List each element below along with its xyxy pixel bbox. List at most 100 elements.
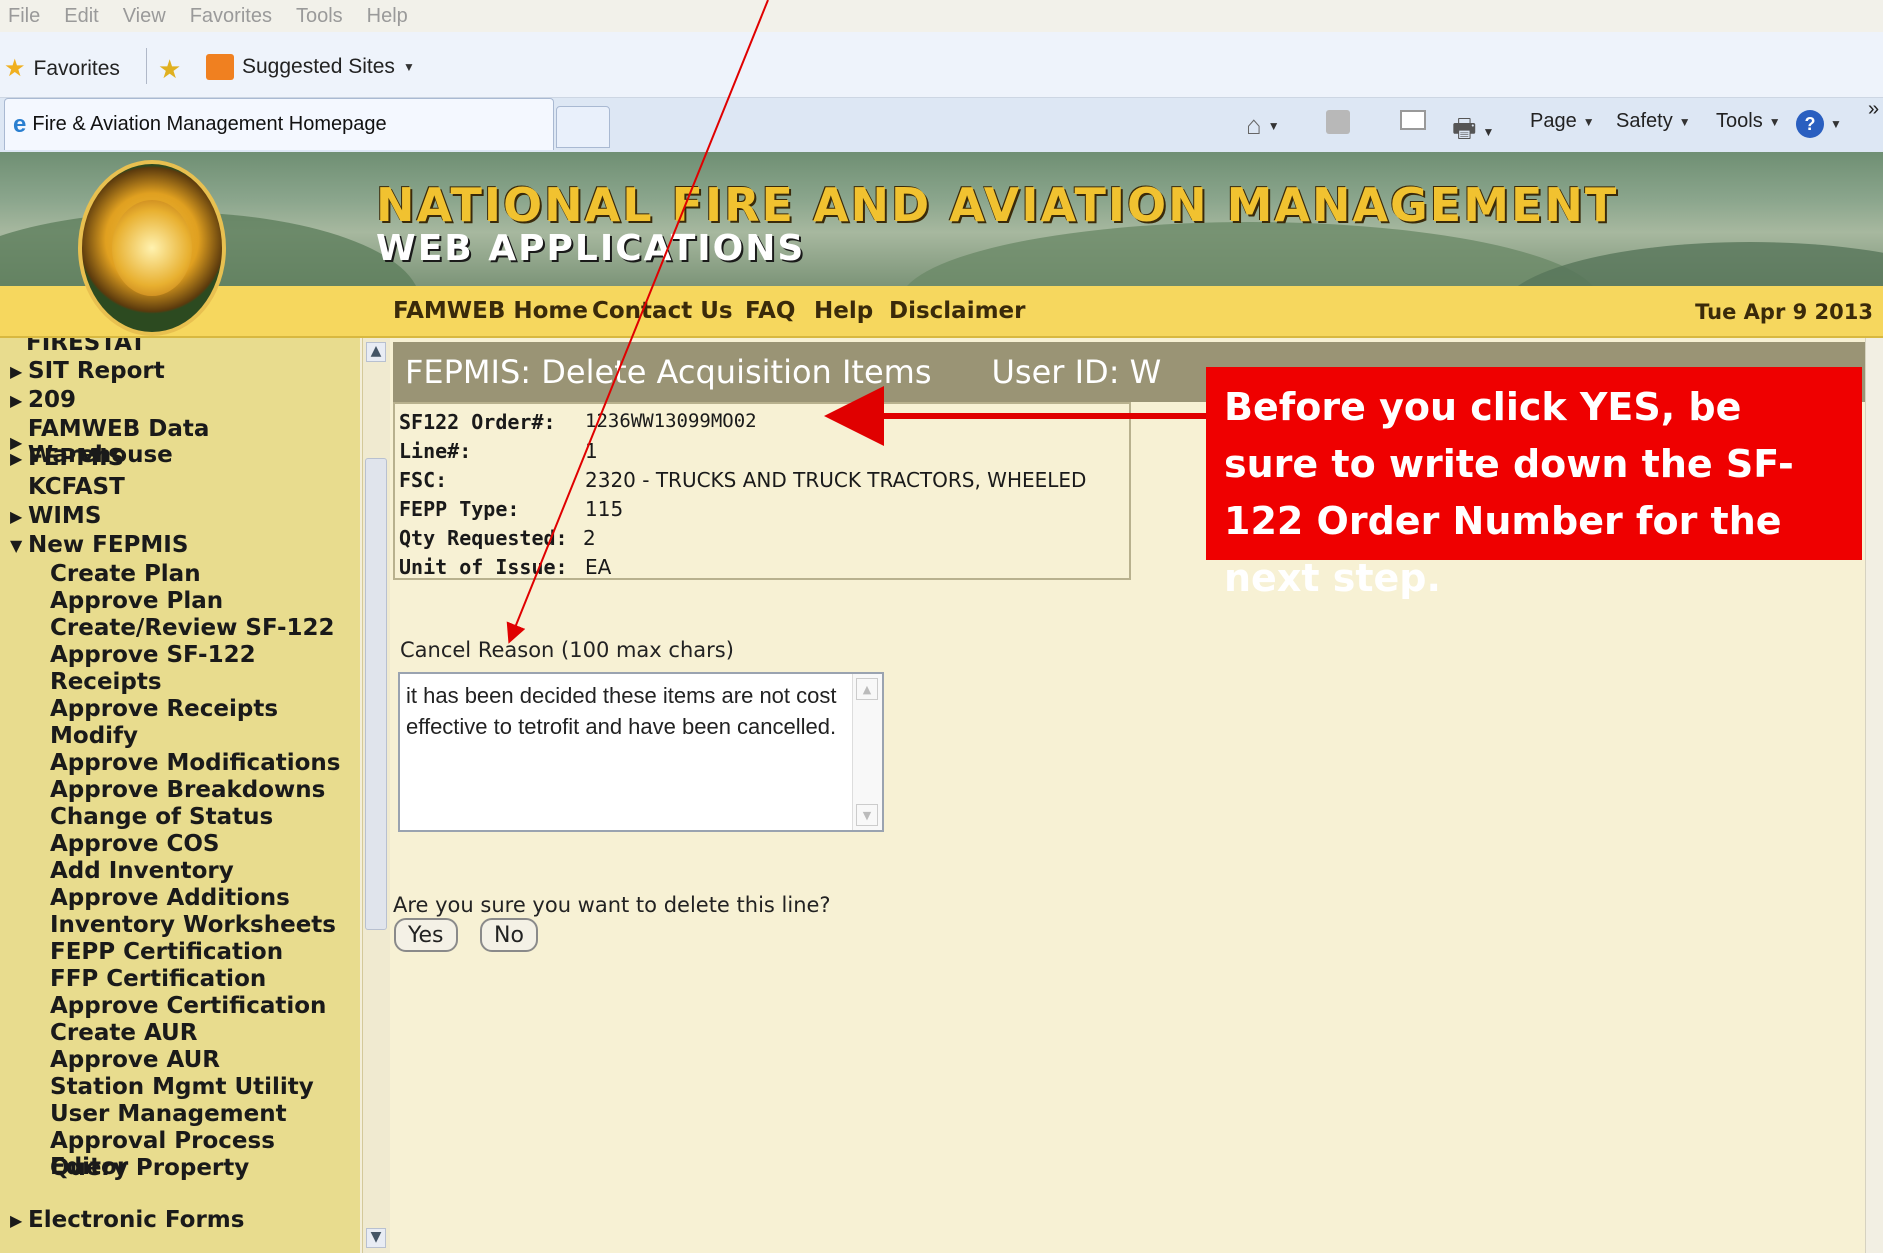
chevron-down-icon: ▼ [1830,117,1842,131]
chevron-down-icon: ▼ [1482,125,1495,139]
sidebar-item-new-fepmis[interactable]: ▼ New FEPMIS [10,532,188,558]
rss-icon [1326,110,1350,134]
sidebar-item-209[interactable]: ▶ 209 [10,387,76,413]
delete-confirm-question: Are you sure you want to delete this lin… [393,893,831,917]
sidebar-subitem-approve-plan[interactable]: Approve Plan [50,588,223,614]
suggested-sites-icon [206,54,234,80]
sidebar-item-label: New FEPMIS [28,532,189,558]
favorites-bar: ★ Favorites ★ Suggested Sites ▼ [0,32,1883,98]
nav-help[interactable]: Help [814,298,873,324]
menu-help[interactable]: Help [367,5,408,28]
sidebar-subitem-change-of-status[interactable]: Change of Status [50,804,273,830]
sidebar-subitem-approve-breakdowns[interactable]: Approve Breakdowns [50,777,325,803]
order-number-label: SF122 Order#: [399,410,556,434]
yes-button[interactable]: Yes [394,918,458,952]
chevron-down-icon: ▼ [402,60,415,74]
sidebar-item-sit-report[interactable]: ▶ SIT Report [10,358,165,384]
safety-menu[interactable]: Safety ▼ [1616,110,1691,133]
sidebar-item-kcfast[interactable]: KCFAST [10,474,125,500]
sidebar-subitem-approve-receipts[interactable]: Approve Receipts [50,696,278,722]
sidebar-item-wims[interactable]: ▶ WIMS [10,503,101,529]
sidebar-item-label: KCFAST [28,474,125,500]
sidebar-subitem-fepp-certification[interactable]: FEPP Certification [50,939,283,965]
nav-contact-us[interactable]: Contact Us [592,298,733,324]
overflow-button[interactable]: » [1868,98,1879,121]
scroll-down-icon[interactable]: ▼ [366,1228,386,1248]
feeds-button[interactable] [1326,110,1350,134]
chevron-down-icon: ▼ [1768,114,1781,129]
menu-view[interactable]: View [123,5,166,28]
add-favorite-icon: ★ [158,54,182,84]
page-menu-label: Page [1530,110,1577,132]
sidebar-subitem-approve-cos[interactable]: Approve COS [50,831,219,857]
chevron-down-icon: ▼ [1678,114,1691,129]
sidebar-subitem-approve-aur[interactable]: Approve AUR [50,1047,220,1073]
page-menu[interactable]: Page ▼ [1530,110,1595,133]
sidebar-subitem-query-property[interactable]: Query Property [50,1155,249,1181]
nav-disclaimer[interactable]: Disclaimer [889,298,1026,324]
help-menu[interactable]: ? ▼ [1796,110,1842,138]
scroll-up-icon[interactable]: ▲ [366,342,386,362]
sidebar-subitem-ffp-certification[interactable]: FFP Certification [50,966,266,992]
expand-arrow-icon: ▶ [10,506,23,526]
sidebar-subitem-inventory-worksheets[interactable]: Inventory Worksheets [50,912,336,938]
cancel-reason-label: Cancel Reason (100 max chars) [400,638,734,662]
sidebar-subitem-approve-certification[interactable]: Approve Certification [50,993,326,1019]
print-button[interactable]: 🖶 ▼ [1452,110,1494,154]
fepp-type-label: FEPP Type: [399,497,520,521]
tab-homepage[interactable]: e Fire & Aviation Management Homepage [4,98,554,150]
scroll-up-icon[interactable]: ▲ [856,678,878,700]
sidebar-item-label: 209 [28,387,77,413]
collapse-arrow-icon: ▼ [10,535,23,555]
menu-tools[interactable]: Tools [296,5,343,28]
page-scrollbar[interactable] [1865,338,1883,1253]
no-button[interactable]: No [480,918,538,952]
sidebar-subitem-create-review-sf122[interactable]: Create/Review SF-122 [50,615,335,641]
sidebar-subitem-add-inventory[interactable]: Add Inventory [50,858,234,884]
sidebar-item-fepmis[interactable]: ▶ FEPMIS [10,445,124,471]
sidebar-scroll-thumb[interactable] [365,458,387,930]
add-favorite-button[interactable]: ★ [158,54,181,85]
menu-favorites[interactable]: Favorites [190,5,272,28]
sidebar: FIRESTAT ▶ SIT Report ▶ 209 ▶ FAMWEB Data W… [0,338,360,1253]
menu-edit[interactable]: Edit [64,5,98,28]
sidebar-subitem-approve-modifications[interactable]: Approve Modifications [50,750,340,776]
line-number-label: Line#: [399,439,472,463]
nav-faq[interactable]: FAQ [745,298,795,324]
sidebar-item-label: SIT Report [28,358,165,384]
browser-menubar: File Edit View Favorites Tools Help [0,0,1883,32]
menu-file[interactable]: File [8,5,40,28]
cancel-reason-textarea[interactable]: it has been decided these items are not … [398,672,884,832]
sidebar-item-firestat[interactable]: FIRESTAT [26,338,146,356]
tools-menu[interactable]: Tools ▼ [1716,110,1781,133]
textarea-scrollbar[interactable]: ▲ ▼ [852,674,882,830]
chevron-down-icon: ▼ [1582,114,1595,129]
sidebar-subitem-create-aur[interactable]: Create AUR [50,1020,197,1046]
unit-of-issue-label: Unit of Issue: [399,555,568,579]
suggested-sites-button[interactable]: Suggested Sites ▼ [206,54,415,80]
sidebar-item-electronic-forms[interactable]: ▶ Electronic Forms [10,1207,244,1233]
cancel-reason-text: it has been decided these items are not … [406,683,837,739]
home-button[interactable]: ⌂ ▼ [1246,110,1280,141]
chevron-down-icon: ▼ [1267,118,1280,133]
sidebar-subitem-modify[interactable]: Modify [50,723,138,749]
nav-famweb-home[interactable]: FAMWEB Home [393,298,588,324]
favorites-button[interactable]: ★ Favorites [4,54,120,83]
expand-arrow-icon: ▶ [10,361,23,381]
unit-of-issue-value: EA [585,555,612,579]
sidebar-subitem-approve-additions[interactable]: Approve Additions [50,885,290,911]
sidebar-item-label: Electronic Forms [28,1207,245,1233]
famweb-logo [78,160,226,336]
new-tab-button[interactable] [556,106,610,148]
scroll-down-icon[interactable]: ▼ [856,804,878,826]
sidebar-subitem-user-management[interactable]: User Management [50,1101,287,1127]
expand-arrow-icon: ▶ [10,390,23,410]
sidebar-subitem-approve-sf122[interactable]: Approve SF-122 [50,642,256,668]
fepp-type-value: 115 [585,497,624,521]
tab-row: e Fire & Aviation Management Homepage ⌂ ▼… [0,98,1883,152]
sidebar-subitem-create-plan[interactable]: Create Plan [50,561,201,587]
suggested-sites-label: Suggested Sites [242,55,395,78]
read-mail-button[interactable] [1400,110,1426,130]
sidebar-subitem-receipts[interactable]: Receipts [50,669,162,695]
sidebar-subitem-station-mgmt-utility[interactable]: Station Mgmt Utility [50,1074,314,1100]
